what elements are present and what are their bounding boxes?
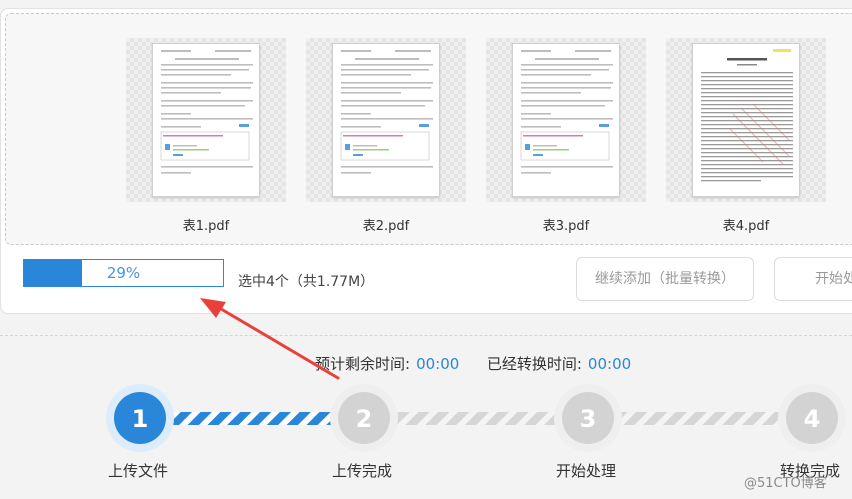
step-1-number: 1 (132, 405, 149, 433)
step-1-label: 上传文件 (108, 462, 169, 480)
elapsed-time-value: 00:00 (587, 355, 632, 373)
file-name: 表3.pdf (542, 219, 590, 234)
step-3-label: 开始处理 (556, 462, 617, 480)
elapsed-time-label: 已经转换时间: (486, 355, 582, 373)
upload-panel: 表1.pdf 表2.pdf 表3.pdf 表4.pdf 29% 选中4个（共1.… (0, 8, 852, 314)
step-4-circle: 4 (778, 384, 846, 452)
file-thumbnail (666, 38, 826, 202)
section-divider (0, 335, 852, 336)
step-4-number: 4 (804, 405, 821, 433)
file-drop-zone[interactable]: 表1.pdf 表2.pdf 表3.pdf 表4.pdf (5, 13, 852, 245)
step-2-circle: 2 (330, 384, 398, 452)
upload-progress-bar: 29% (23, 259, 224, 287)
step-3-number: 3 (580, 405, 597, 433)
step-connector-complete (160, 412, 350, 425)
file-thumbnail (126, 38, 286, 202)
step-2-number: 2 (356, 405, 373, 433)
selection-summary: 选中4个（共1.77M） (238, 274, 375, 290)
continue-add-button[interactable]: 继续添加（批量转换） (576, 257, 754, 301)
remaining-time-label: 预计剩余时间: (315, 355, 411, 373)
time-stats: 预计剩余时间: 00:00 已经转换时间: 00:00 (315, 353, 631, 374)
progress-percent: 29% (106, 264, 141, 282)
remaining-time-value: 00:00 (416, 355, 460, 373)
file-thumbnail (486, 38, 646, 202)
file-name: 表2.pdf (362, 219, 410, 234)
file-name: 表1.pdf (182, 219, 230, 234)
file-card[interactable]: 表4.pdf (666, 38, 826, 238)
step-connector-pending (380, 412, 570, 425)
watermark: @51CTO博客 (744, 476, 827, 491)
step-3-circle: 3 (554, 384, 622, 452)
file-name: 表4.pdf (722, 219, 770, 234)
file-card[interactable]: 表2.pdf (306, 38, 466, 238)
pdf-page-preview (512, 43, 620, 197)
pdf-page-preview (692, 43, 800, 197)
pdf-page-preview (152, 43, 260, 197)
step-connector-pending (605, 412, 795, 425)
step-1-circle: 1 (106, 384, 174, 452)
step-progress: 1 2 3 4 (106, 384, 846, 452)
pdf-page-preview (332, 43, 440, 197)
step-2-label: 上传完成 (332, 462, 393, 480)
file-card[interactable]: 表1.pdf (126, 38, 286, 238)
file-card[interactable]: 表3.pdf (486, 38, 646, 238)
start-processing-button[interactable]: 开始处 (774, 257, 852, 301)
file-thumbnail (306, 38, 466, 202)
